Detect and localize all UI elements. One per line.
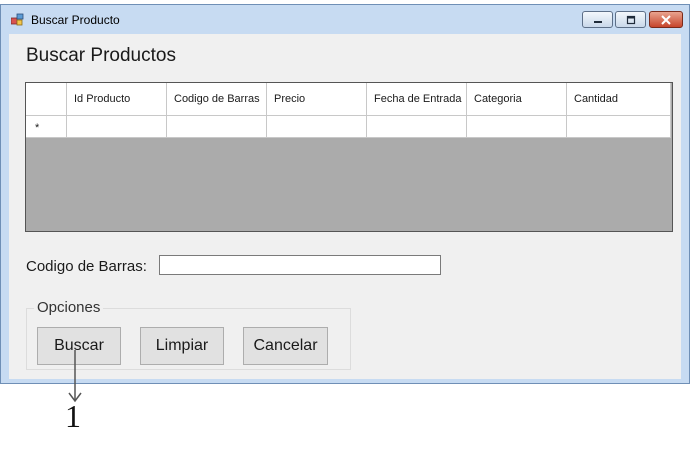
close-icon: [661, 14, 671, 25]
grid-header: Id Producto Codigo de Barras Precio Fech…: [26, 83, 671, 116]
table-row[interactable]: *: [26, 116, 671, 138]
minimize-button[interactable]: [582, 11, 613, 28]
row-header-corner[interactable]: [26, 83, 67, 116]
products-grid[interactable]: Id Producto Codigo de Barras Precio Fech…: [25, 82, 673, 232]
close-button[interactable]: [649, 11, 683, 28]
cancel-button[interactable]: Cancelar: [243, 327, 328, 365]
column-header-price[interactable]: Precio: [267, 83, 367, 116]
table-cell[interactable]: [167, 116, 267, 138]
table-cell[interactable]: [467, 116, 567, 138]
barcode-label: Codigo de Barras:: [26, 258, 147, 275]
title-bar[interactable]: Buscar Producto: [1, 5, 689, 34]
options-label: Opciones: [34, 299, 104, 316]
page: Buscar Producto Buscar Productos Id Prod…: [0, 0, 692, 450]
column-header-entry-date[interactable]: Fecha de Entrada: [367, 83, 467, 116]
column-header-barcode[interactable]: Codigo de Barras: [167, 83, 267, 116]
options-groupbox: Opciones Buscar Limpiar Cancelar: [26, 299, 351, 370]
table-cell[interactable]: [367, 116, 467, 138]
new-row-marker: *: [35, 121, 40, 134]
maximize-icon: [626, 15, 635, 24]
table-cell[interactable]: [267, 116, 367, 138]
new-row-header[interactable]: *: [26, 116, 67, 138]
table-cell[interactable]: [567, 116, 671, 138]
search-button[interactable]: Buscar: [37, 327, 121, 365]
table-cell[interactable]: [67, 116, 167, 138]
client-area: Buscar Productos Id Producto Codigo de B…: [9, 34, 681, 379]
minimize-icon: [593, 20, 602, 23]
barcode-input[interactable]: [159, 255, 441, 275]
column-header-quantity[interactable]: Cantidad: [567, 83, 671, 116]
page-title: Buscar Productos: [26, 45, 176, 66]
maximize-button[interactable]: [615, 11, 646, 28]
clear-button[interactable]: Limpiar: [140, 327, 224, 365]
window-title: Buscar Producto: [31, 13, 120, 27]
column-header-category[interactable]: Categoria: [467, 83, 567, 116]
callout-number: 1: [65, 398, 81, 434]
app-icon: [11, 13, 24, 26]
window: Buscar Producto Buscar Productos Id Prod…: [0, 4, 690, 384]
column-header-id[interactable]: Id Producto: [67, 83, 167, 116]
